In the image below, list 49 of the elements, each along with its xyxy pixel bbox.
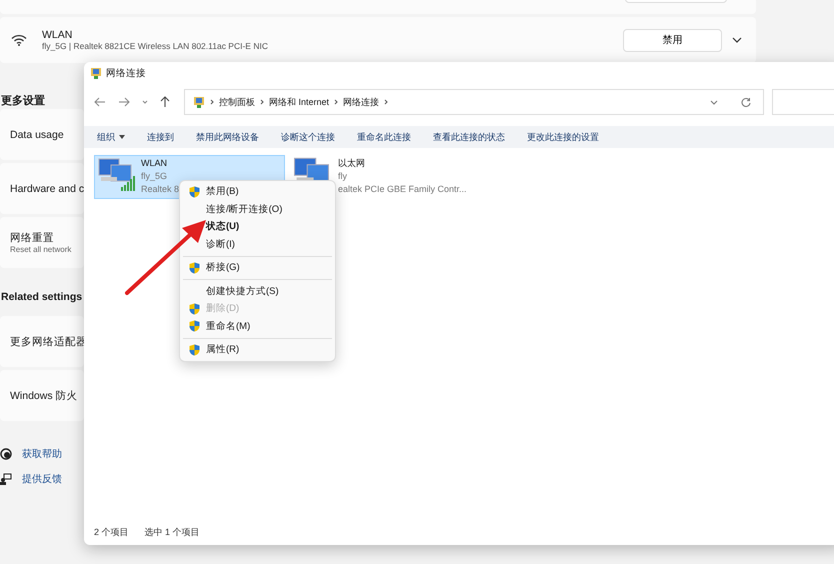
network-folder-icon bbox=[90, 67, 102, 79]
help-link[interactable]: 提供反馈 bbox=[22, 472, 62, 486]
breadcrumb-item[interactable]: 控制面板 bbox=[219, 96, 255, 108]
section-heading: 更多设置 bbox=[1, 94, 45, 109]
back-arrow-icon[interactable] bbox=[94, 97, 106, 107]
forward-arrow-icon[interactable] bbox=[118, 97, 130, 107]
help-icon bbox=[0, 448, 12, 460]
disable-button[interactable]: 禁用 bbox=[623, 28, 722, 52]
address-bar[interactable]: 控制面板 网络和 Internet 网络连接 bbox=[184, 89, 764, 115]
toolbar-button[interactable]: 禁用此网络设备 bbox=[196, 130, 259, 144]
settings-item[interactable]: Windows 防火 bbox=[0, 370, 84, 421]
menu-item[interactable]: 创建快捷方式(S) bbox=[183, 282, 332, 300]
status-text: 2 个项目 bbox=[94, 526, 129, 538]
adapter-detail: fly_5G | Realtek 8821CE Wireless LAN 802.11ac PCI-E NIC bbox=[42, 41, 269, 51]
toolbar-button[interactable]: 连接到 bbox=[147, 130, 174, 144]
network-folder-icon bbox=[193, 96, 205, 108]
wifi-icon bbox=[11, 34, 27, 46]
adapter-name: WLAN bbox=[42, 29, 74, 41]
settings-item[interactable]: 网络重置 Reset all network bbox=[0, 217, 84, 268]
chevron-down-icon[interactable] bbox=[732, 37, 742, 43]
toolbar-button[interactable]: 更改此连接的设置 bbox=[527, 130, 599, 144]
menu-item[interactable]: 状态(U) bbox=[183, 218, 332, 236]
menu-item[interactable]: 连接/断开连接(O) bbox=[183, 200, 332, 218]
menu-item[interactable]: 属性(R) bbox=[183, 341, 332, 358]
chevron-right-icon bbox=[384, 99, 388, 105]
window-title: 网络连接 bbox=[106, 66, 146, 80]
breadcrumb-item[interactable]: 网络和 Internet bbox=[269, 96, 330, 108]
refresh-icon[interactable] bbox=[741, 97, 751, 107]
search-field[interactable] bbox=[772, 89, 834, 115]
toolbar-button[interactable]: 重命名此连接 bbox=[357, 130, 411, 144]
menu-item[interactable]: 诊断(I) bbox=[183, 236, 332, 253]
toolbar-button[interactable]: 诊断这个连接 bbox=[281, 130, 335, 144]
caret-icon bbox=[119, 135, 125, 139]
section-heading: Related settings bbox=[1, 291, 82, 305]
menu-item[interactable]: 桥接(G) bbox=[183, 259, 332, 276]
up-arrow-icon[interactable] bbox=[160, 96, 170, 108]
help-link[interactable]: 获取帮助 bbox=[22, 447, 62, 461]
settings-item[interactable]: Data usage bbox=[0, 109, 84, 160]
chevron-right-icon bbox=[334, 99, 338, 105]
settings-item[interactable]: Hardware and c bbox=[0, 163, 84, 214]
toolbar-button[interactable]: 查看此连接的状态 bbox=[433, 130, 505, 144]
feedback-icon bbox=[0, 473, 12, 485]
chevron-right-icon bbox=[210, 99, 214, 105]
toolbar-button[interactable]: 组织 bbox=[97, 130, 125, 144]
breadcrumb-item[interactable]: 网络连接 bbox=[343, 96, 380, 108]
status-text: 选中 1 个项目 bbox=[144, 526, 200, 538]
chevron-right-icon bbox=[260, 99, 264, 105]
menu-item[interactable]: 重命名(M) bbox=[183, 318, 332, 335]
wireless-network-icon bbox=[97, 157, 137, 193]
